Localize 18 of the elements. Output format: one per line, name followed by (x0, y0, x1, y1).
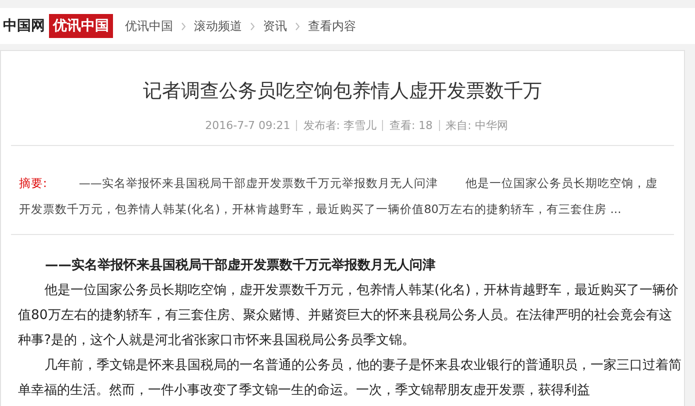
article-meta: 发布者: 李雪儿 (303, 118, 376, 133)
breadcrumb-link[interactable]: 优讯中国 (125, 18, 173, 34)
article-paragraph: 几年前，季文锦是怀来县国税局的一名普通的公务员，他的妻子是怀来县农业银行的普通职员，一家三口过着简单幸福的生活。然而，一件小事改变了季文锦一生的命运。一次，季文锦帮朋友虚开发票，获得利益 (18, 356, 682, 400)
article-title: 记者调查公务员吃空饷包养情人虚开发票数千万 (142, 79, 543, 104)
chevron-icon (295, 22, 300, 30)
article-paragraph: 他是一位国家公务员长期吃空饷，虚开发票数千万元，包养情人韩某(化名)，开林肯越野车，最近购买了一辆价值80万左右的捷豹轿车，有三套住房、聚众赌博、并赌资巨大的怀来县税局公务人员。在法律严明的社会竟会有这种事?是的，这个人就是河北省张家口市怀来县国税局公务员季文锦。 (18, 282, 680, 350)
article-meta: 查看: 18 (389, 118, 433, 133)
chevron-icon (250, 22, 255, 30)
breadcrumb-link[interactable]: 资讯 (263, 18, 287, 34)
breadcrumb-link[interactable]: 滚动频道 (194, 18, 242, 34)
summary-text: 摘要: ——实名举报怀来县国税局干部虚开发票数千万元举报数月无人问津 他是一位国家公务员长期吃空饷，虚开发票数千万元，包养情人韩某(化名)，开林肯越野车，最近购买了一辆价值80万左右的捷豹轿车，有三套住房 ... (19, 175, 659, 218)
breadcrumb-link[interactable]: 查看内容 (308, 18, 356, 34)
site-logo[interactable]: 中国网 (3, 17, 45, 35)
brand-logo[interactable]: 优讯中国 (49, 14, 113, 38)
chevron-icon (181, 22, 186, 30)
article-meta: 2016-7-7 09:21 (205, 119, 290, 132)
article-subtitle: ——实名举报怀来县国税局干部虚开发票数千万元举报数月无人问津 (44, 256, 436, 275)
article-meta: 来自: 中华网 (446, 118, 508, 133)
